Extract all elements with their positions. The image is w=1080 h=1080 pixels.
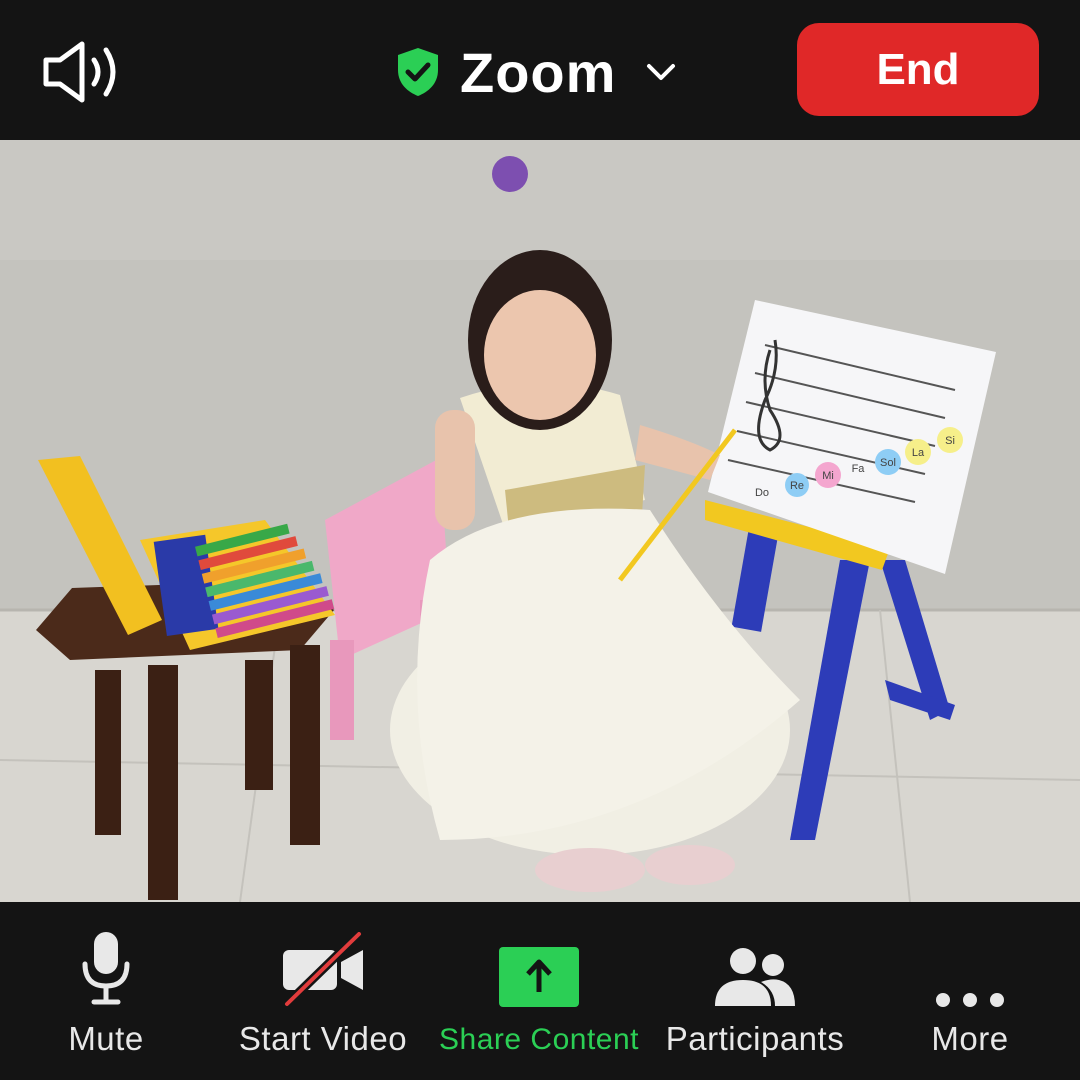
- share-content-button[interactable]: Share Content: [426, 902, 652, 1080]
- more-dots-icon: [936, 993, 1004, 1007]
- share-upload-icon: [499, 947, 579, 1007]
- meeting-title-dropdown[interactable]: Zoom: [394, 36, 678, 108]
- video-scene: Do Re Mi Fa Sol La Si: [0, 140, 1080, 902]
- video-camera-off-icon: [283, 932, 363, 1008]
- chevron-down-icon: [647, 64, 676, 80]
- speaker-icon[interactable]: [38, 40, 128, 104]
- app-title: Zoom: [460, 40, 617, 104]
- top-bar: Zoom End: [0, 0, 1080, 140]
- video-feed[interactable]: Do Re Mi Fa Sol La Si: [0, 140, 1080, 902]
- meeting-toolbar: Mute Start Video Share Content Participa…: [0, 902, 1080, 1080]
- participants-icon: [715, 948, 795, 1006]
- end-button[interactable]: End: [797, 23, 1039, 116]
- board-note-0: Do: [755, 487, 769, 499]
- shield-check-icon: [398, 48, 438, 96]
- board-note-1: Re: [790, 480, 804, 492]
- mute-label: Mute: [68, 1020, 144, 1057]
- start-video-label: Start Video: [238, 1020, 408, 1057]
- board-note-2: Mi: [822, 470, 834, 482]
- share-content-label: Share Content: [439, 1023, 639, 1056]
- more-button[interactable]: More: [922, 902, 1018, 1080]
- board-note-3: Fa: [852, 463, 866, 475]
- more-label: More: [931, 1020, 1009, 1057]
- mute-button[interactable]: Mute: [58, 902, 154, 1080]
- microphone-icon: [82, 932, 130, 1005]
- board-note-6: Si: [945, 435, 955, 447]
- participants-label: Participants: [665, 1020, 845, 1057]
- board-note-5: La: [912, 447, 925, 459]
- start-video-button[interactable]: Start Video: [226, 902, 420, 1080]
- participants-button[interactable]: Participants: [652, 902, 858, 1080]
- board-note-4: Sol: [880, 457, 896, 469]
